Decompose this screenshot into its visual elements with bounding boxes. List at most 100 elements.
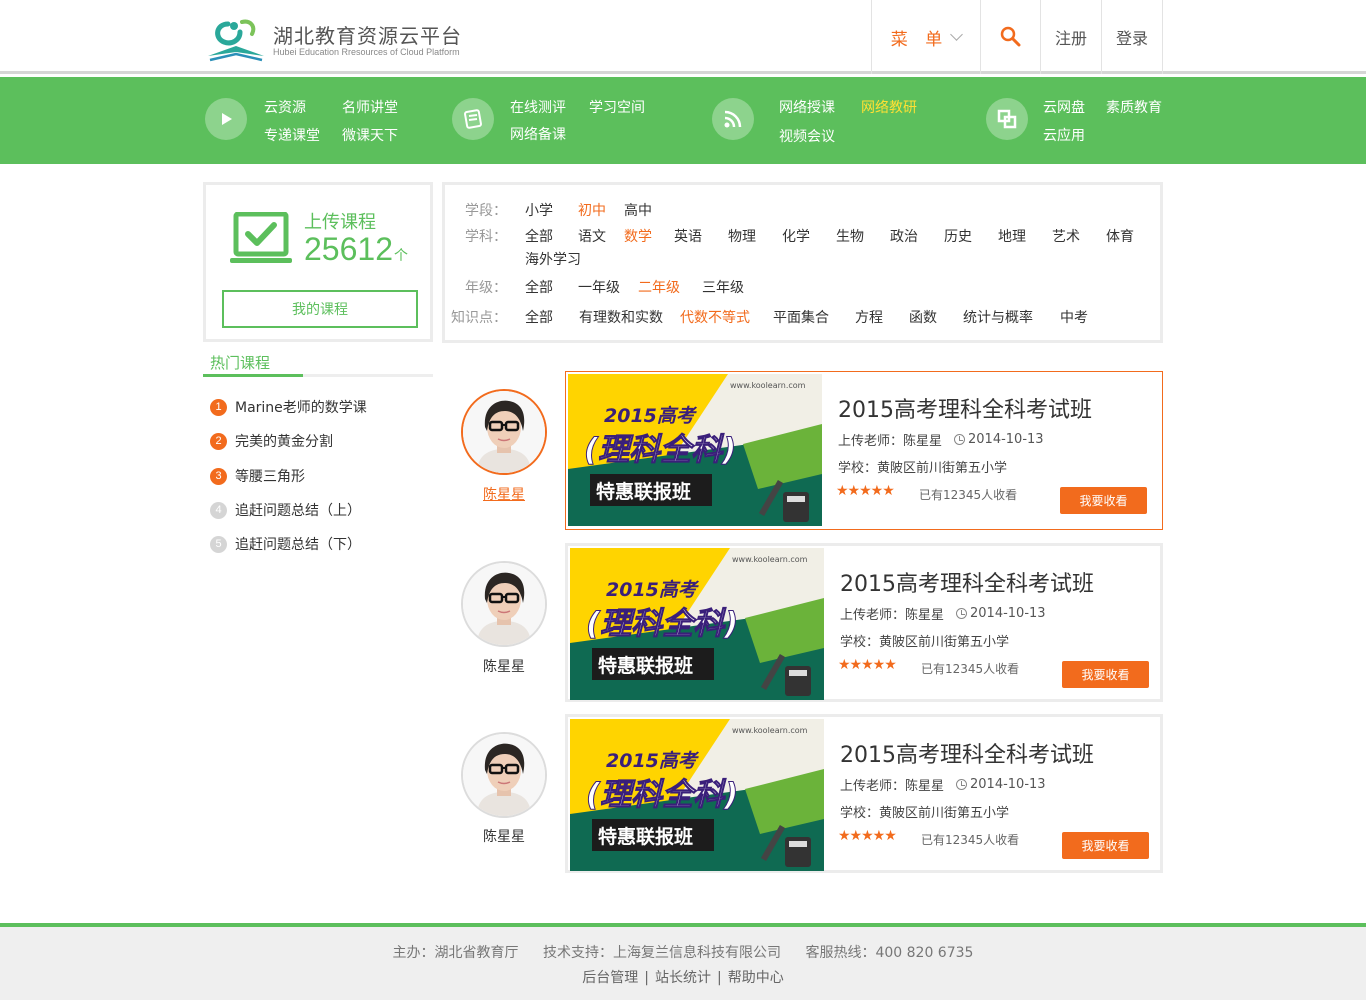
upload-date: 2014-10-13 [954,432,1044,447]
footer-hotline: 客服热线：400 820 6735 [805,945,974,961]
register-button[interactable]: 注册 [1041,0,1102,74]
footer-link-help[interactable]: 帮助中心 [728,970,784,986]
nav-item-online-test[interactable]: 在线测评 [510,97,566,117]
filter-panel: 学段： 小学 初中 高中 学科： 全部 语文 数学 英语 物理 化学 生物 政治… [442,182,1163,343]
course-banner-image[interactable]: www.koolearn.com 2015高考 (理科全科) 特惠联报班 [570,548,824,700]
course-title[interactable]: 2015高考理科全科考试班 [840,566,1094,598]
filter-subject-biology[interactable]: 生物 [836,226,864,246]
nav-item-special-class[interactable]: 专递课堂 [264,125,320,145]
filter-point-exam[interactable]: 中考 [1060,307,1088,327]
site-footer: 主办：湖北省教育厅 技术支持：上海复兰信息科技有限公司 客服热线：400 820… [0,923,1366,1000]
filter-subject-overseas[interactable]: 海外学习 [525,249,581,269]
school-name: 学校：黄陂区前川街第五小学 [840,806,1010,821]
search-icon [1000,26,1020,47]
subject-label: 学科： [465,229,507,245]
teacher-name-link[interactable]: 陈星星 [461,484,547,504]
hot-course-item[interactable]: 3 等腰三角形 [210,466,305,486]
hot-course-item[interactable]: 1 Marine老师的数学课 [210,397,367,417]
course-card: www.koolearn.com 2015高考 (理科全科) 特惠联报班 2015高考… [565,371,1163,530]
filter-point-equation[interactable]: 方程 [855,307,883,327]
filter-subject-all[interactable]: 全部 [525,226,553,246]
upload-summary: 上传课程 25612个 我的课程 [203,182,433,342]
filter-subject-chemistry[interactable]: 化学 [782,226,810,246]
filter-subject-math[interactable]: 数学 [624,226,652,246]
site-title: 湖北教育资源云平台 [273,24,462,48]
rating-stars: ★★★★★ [838,657,897,673]
svg-text:www.koolearn.com: www.koolearn.com [732,726,808,735]
teacher-name-link[interactable]: 陈星星 [461,656,547,676]
hot-course-item[interactable]: 2 完美的黄金分割 [210,431,333,451]
filter-point-rational[interactable]: 有理数和实数 [579,307,663,327]
hot-course-title: 追赶问题总结（上） [235,503,361,519]
nav-item-online-research[interactable]: 网络教研 [861,97,917,117]
rating-stars: ★★★★★ [838,828,897,844]
filter-subject-art[interactable]: 艺术 [1052,226,1080,246]
nav-item-video-meeting[interactable]: 视频会议 [779,126,835,146]
svg-text:www.koolearn.com: www.koolearn.com [732,555,808,564]
my-course-button[interactable]: 我的课程 [222,290,418,328]
filter-grade-2[interactable]: 二年级 [638,277,680,297]
laptop-check-icon [230,212,292,263]
footer-info: 主办：湖北省教育厅 技术支持：上海复兰信息科技有限公司 客服热线：400 820… [0,942,1366,962]
course-banner-image[interactable]: www.koolearn.com 2015高考 (理科全科) 特惠联报班 [570,719,824,871]
course-meta: 上传老师：陈星星 2014-10-13 [840,604,1046,623]
footer-link-stats[interactable]: 站长统计 [655,970,711,986]
teacher-name-link[interactable]: 陈星星 [461,826,547,846]
filter-point-function[interactable]: 函数 [909,307,937,327]
watch-button[interactable]: 我要收看 [1060,487,1147,514]
filter-subject-chinese[interactable]: 语文 [578,226,606,246]
hot-course-title: 追赶问题总结（下） [235,537,361,553]
course-card: www.koolearn.com 2015高考 (理科全科) 特惠联报班 2015高考… [565,543,1163,702]
watch-button[interactable]: 我要收看 [1062,832,1149,859]
filter-subject-physics[interactable]: 物理 [728,226,756,246]
nav-item-cloud-resource[interactable]: 云资源 [264,97,306,117]
filter-subject-english[interactable]: 英语 [674,226,702,246]
nav-item-cloud-disk[interactable]: 云网盘 [1043,97,1085,117]
nav-item-online-teaching[interactable]: 网络授课 [779,97,835,117]
filter-point-statistics[interactable]: 统计与概率 [963,307,1033,327]
nav-item-cloud-app[interactable]: 云应用 [1043,125,1085,145]
svg-text:(理科全科): (理科全科) [586,606,738,642]
hot-course-item[interactable]: 5 追赶问题总结（下） [210,534,361,554]
filter-point-inequality[interactable]: 代数不等式 [680,307,750,327]
main-nav: 云资源 名师讲堂 专递课堂 微课天下 在线测评 学习空间 网络备课 网络授课 网… [0,77,1366,164]
course-banner-image[interactable]: www.koolearn.com 2015高考 (理科全科) 特惠联报班 [568,374,822,526]
filter-stage-primary[interactable]: 小学 [525,200,553,220]
nav-item-micro-class[interactable]: 微课天下 [342,125,398,145]
svg-text:www.koolearn.com: www.koolearn.com [730,381,806,390]
header-nav: 菜 单 注册 登录 [871,0,1163,74]
footer-link-admin[interactable]: 后台管理 [582,970,638,986]
teacher-avatar[interactable] [461,732,547,818]
filter-stage-middle[interactable]: 初中 [578,200,606,220]
watch-button[interactable]: 我要收看 [1062,661,1149,688]
logo-icon[interactable] [206,16,266,62]
filter-point-all[interactable]: 全部 [525,307,553,327]
cloud-disk-icon [986,98,1028,140]
nav-item-quality-education[interactable]: 素质教育 [1106,97,1162,117]
course-title[interactable]: 2015高考理科全科考试班 [838,392,1092,424]
filter-grade-1[interactable]: 一年级 [578,277,620,297]
nav-item-learning-space[interactable]: 学习空间 [589,97,645,117]
rank-badge: 1 [210,398,227,416]
hot-course-item[interactable]: 4 追赶问题总结（上） [210,500,361,520]
teacher-avatar[interactable] [461,561,547,647]
filter-grade-all[interactable]: 全部 [525,277,553,297]
clock-icon [956,608,968,619]
play-icon [205,98,247,140]
search-button[interactable] [981,0,1041,74]
menu-button[interactable]: 菜 单 [872,0,981,74]
filter-subject-geography[interactable]: 地理 [998,226,1026,246]
filter-stage-high[interactable]: 高中 [624,200,652,220]
filter-point-plane-set[interactable]: 平面集合 [773,307,829,327]
course-title[interactable]: 2015高考理科全科考试班 [840,737,1094,769]
nav-item-famous-teacher[interactable]: 名师讲堂 [342,97,398,117]
filter-subject-history[interactable]: 历史 [944,226,972,246]
filter-subject-pe[interactable]: 体育 [1106,226,1134,246]
divider-accent [203,374,303,377]
uploader: 上传老师：陈星星 [840,608,945,623]
nav-item-online-prep[interactable]: 网络备课 [510,124,566,144]
filter-subject-politics[interactable]: 政治 [890,226,918,246]
login-button[interactable]: 登录 [1102,0,1163,74]
teacher-avatar[interactable] [461,389,547,475]
filter-grade-3[interactable]: 三年级 [702,277,744,297]
